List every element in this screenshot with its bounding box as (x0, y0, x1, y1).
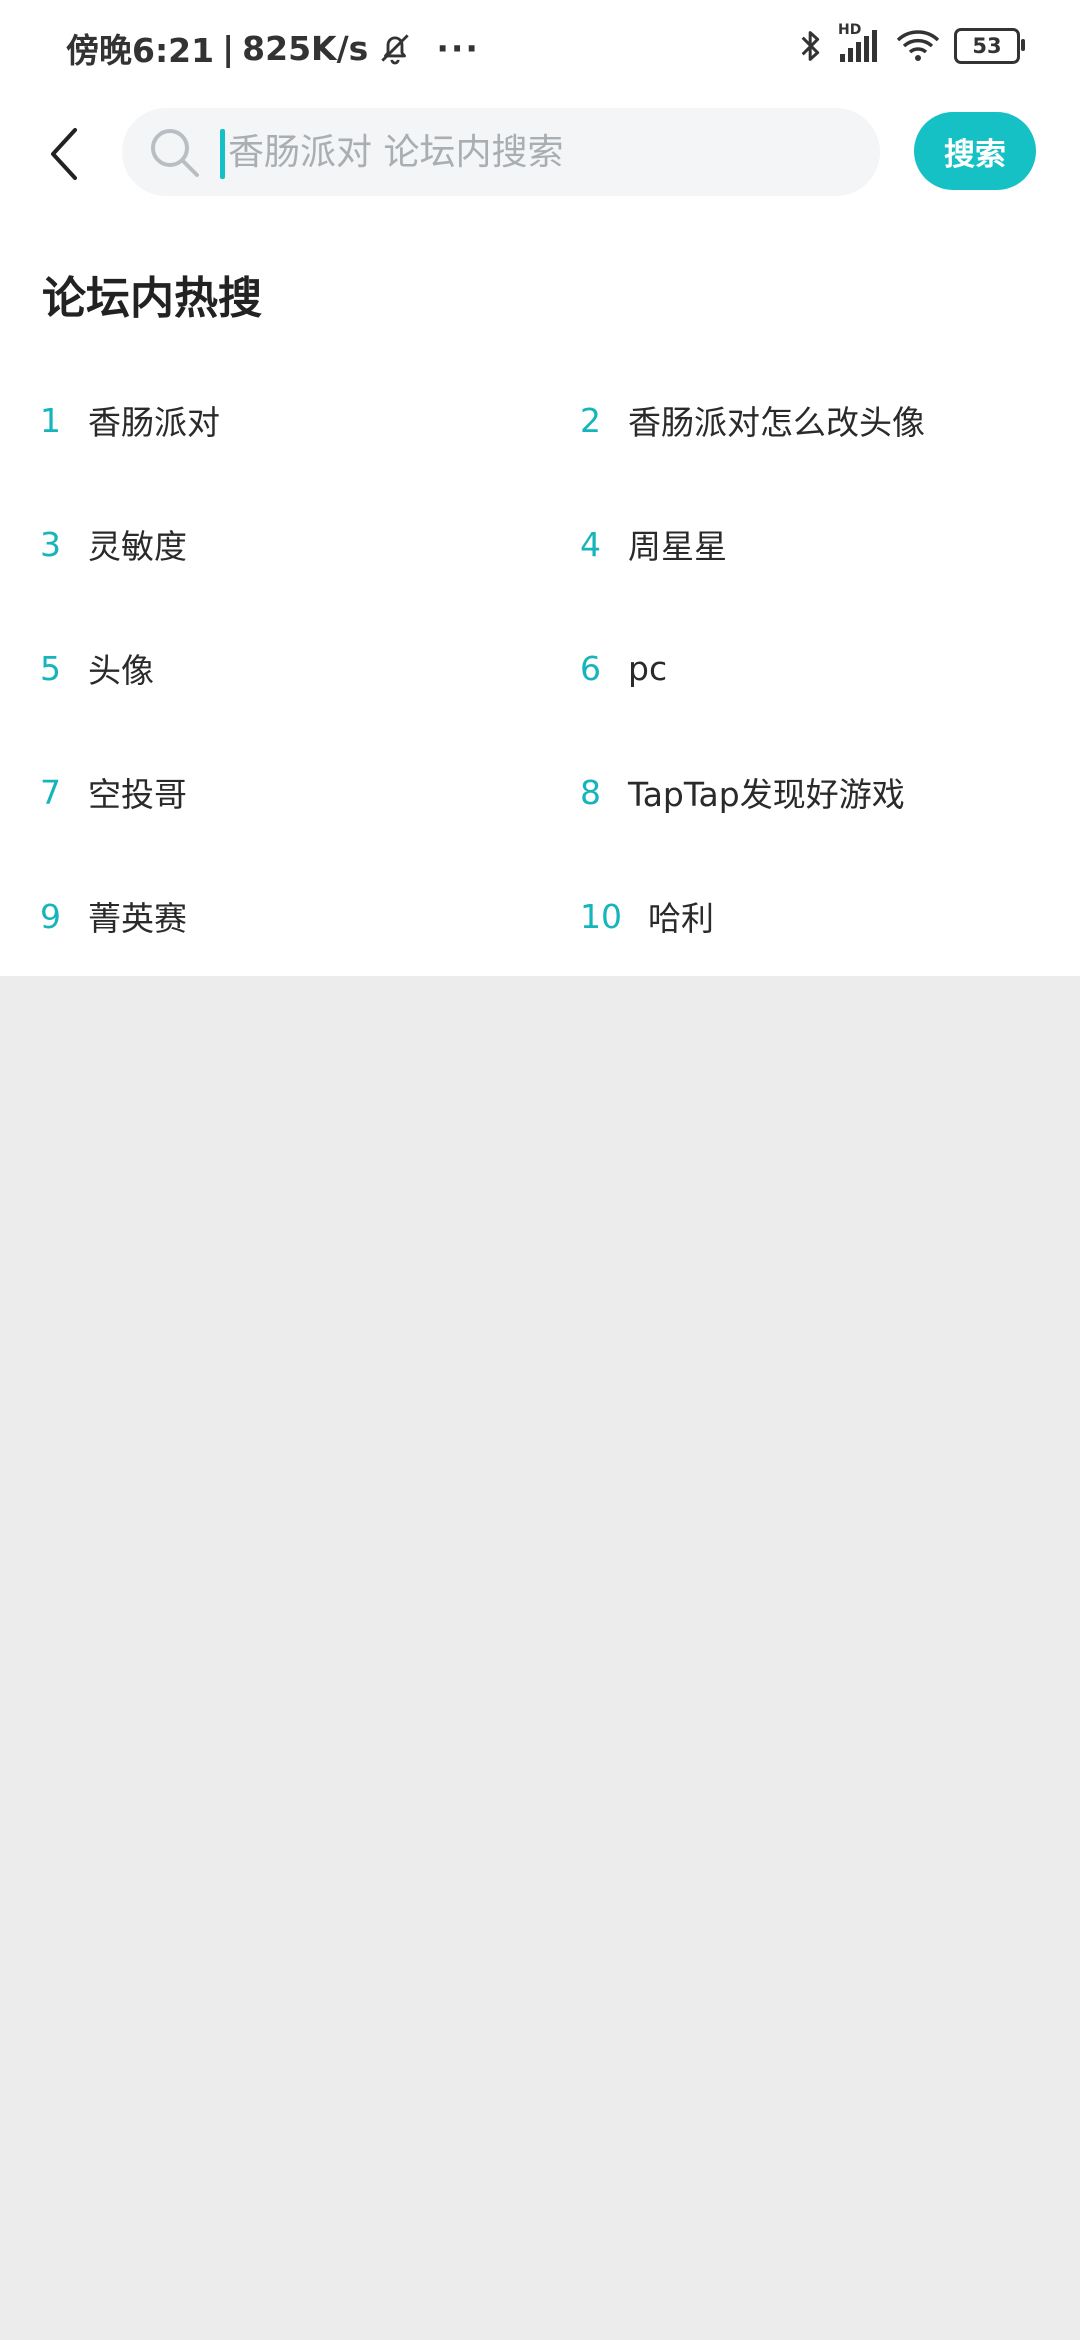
text-cursor (220, 129, 225, 179)
rank-number: 1 (40, 400, 61, 440)
hot-search-term: TapTap发现好游戏 (628, 775, 905, 814)
hot-search-term: 周星星 (628, 527, 727, 566)
hd-label: HD (838, 22, 862, 38)
status-bar: 傍晚6:21 | 825K/s ··· HD 53 (0, 0, 1080, 96)
hot-search-term: 头像 (88, 651, 154, 690)
bell-off-icon (376, 29, 414, 67)
hot-search-item[interactable]: 5 头像 (40, 606, 154, 730)
hot-search-title: 论坛内热搜 (42, 273, 262, 324)
hot-search-term: 灵敏度 (88, 527, 187, 566)
status-time: 傍晚6:21 (66, 31, 215, 70)
battery-indicator: 53 (954, 28, 1025, 64)
search-icon (148, 126, 202, 180)
search-header: 搜索 (0, 104, 1080, 200)
hot-search-item[interactable]: 10 哈利 (580, 854, 714, 978)
status-left: 傍晚6:21 | 825K/s ··· (66, 24, 480, 72)
rank-number: 4 (580, 524, 601, 564)
rank-number: 7 (40, 772, 61, 812)
empty-content-area (0, 976, 1080, 2340)
search-input[interactable] (228, 108, 848, 196)
search-box[interactable] (122, 108, 880, 196)
search-button[interactable]: 搜索 (914, 112, 1036, 190)
hot-search-item[interactable]: 8 TapTap发现好游戏 (580, 730, 905, 854)
top-panel: 傍晚6:21 | 825K/s ··· HD 53 香肠派对 论坛内搜索 搜索 … (0, 0, 1080, 976)
network-speed: 825K/s (242, 28, 369, 68)
hot-search-item[interactable]: 2 香肠派对怎么改头像 (580, 358, 925, 482)
hot-search-item[interactable]: 6 pc (580, 606, 667, 730)
chevron-left-icon (51, 128, 77, 180)
hot-search-item[interactable]: 4 周星星 (580, 482, 727, 606)
wifi-icon (896, 28, 940, 64)
cell-signal-icon: HD (838, 22, 882, 64)
rank-number: 8 (580, 772, 601, 812)
rank-number: 2 (580, 400, 601, 440)
more-notifications: ··· (436, 28, 480, 68)
hot-search-item[interactable]: 7 空投哥 (40, 730, 187, 854)
status-separator: | (222, 28, 235, 68)
hot-search-term: 哈利 (648, 899, 714, 938)
hot-search-item[interactable]: 3 灵敏度 (40, 482, 187, 606)
rank-number: 10 (580, 896, 622, 936)
hot-search-item[interactable]: 9 菁英赛 (40, 854, 187, 978)
rank-number: 9 (40, 896, 61, 936)
rank-number: 3 (40, 524, 61, 564)
back-button[interactable] (38, 124, 90, 184)
hot-search-term: 菁英赛 (88, 899, 187, 938)
hot-search-term: 香肠派对怎么改头像 (628, 403, 925, 442)
rank-number: 6 (580, 648, 601, 688)
status-right: HD 53 (798, 22, 1025, 66)
hot-search-term: 空投哥 (88, 775, 187, 814)
hot-search-term: 香肠派对 (88, 403, 220, 442)
hot-search-item[interactable]: 1 香肠派对 (40, 358, 220, 482)
bluetooth-icon (798, 26, 824, 66)
hot-search-term: pc (628, 648, 668, 688)
rank-number: 5 (40, 648, 61, 688)
